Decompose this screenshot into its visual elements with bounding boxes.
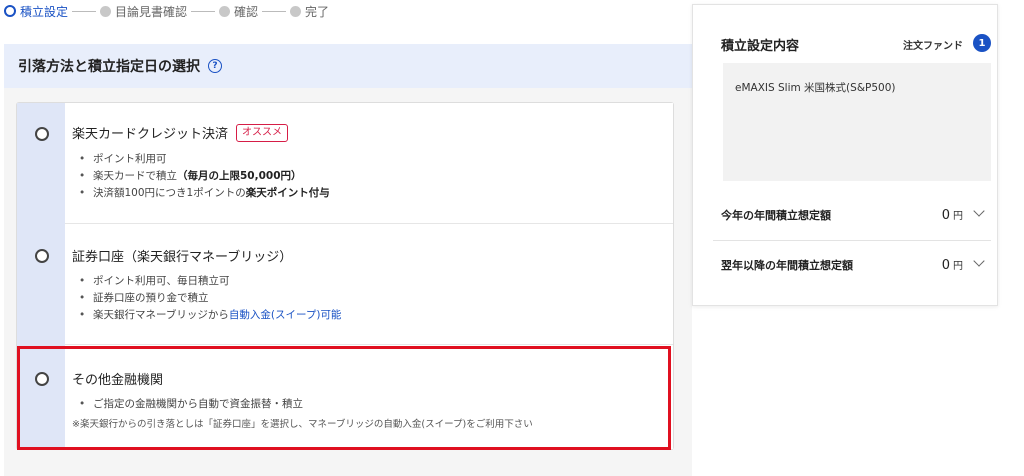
sweep-link[interactable]: 自動入金(スイープ)可能 (229, 309, 342, 321)
fund-count-badge: 1 (973, 34, 991, 52)
step-active-icon (4, 5, 16, 17)
this-year-value: 0円 (941, 208, 963, 223)
step-4: 完了 (290, 3, 329, 20)
radio-other-bank[interactable] (35, 372, 49, 386)
chevron-down-icon[interactable] (973, 255, 985, 267)
fund-label: 注文ファンド (903, 41, 963, 52)
chevron-down-icon[interactable] (973, 205, 985, 217)
radio-securities-account[interactable] (35, 249, 49, 263)
question-circle-icon[interactable]: ? (208, 59, 222, 73)
option-title-text: その他金融機関 (72, 373, 164, 388)
option-note: ※楽天銀行からの引き落としは「証券口座」を選択し、マネーブリッジの自動入金(スイ… (72, 419, 533, 430)
fund-box: eMAXIS Slim 米国株式(S&P500) (723, 63, 991, 181)
option-title: その他金融機関 (72, 369, 163, 388)
step-1: 積立設定 (4, 3, 68, 20)
payment-options-list: 楽天カードクレジット決済 オススメ ポイント利用可 楽天カードで積立（毎月の上限… (16, 102, 674, 450)
step-2: 目論見書確認 (100, 3, 187, 20)
option-title: 楽天カードクレジット決済 オススメ (72, 123, 289, 142)
section-title: 引落方法と積立指定日の選択 (18, 59, 200, 75)
list-item: 決済額100円につき1ポイントの楽天ポイント付与 (79, 185, 330, 202)
list-item: 楽天カードで積立（毎月の上限50,000円） (79, 168, 330, 185)
option-radio-area[interactable] (17, 103, 65, 224)
this-year-amount-row[interactable]: 今年の年間積立想定額 0円 (721, 205, 991, 225)
step-3: 確認 (219, 3, 258, 20)
step-label: 積立設定 (20, 4, 69, 19)
step-connector (191, 10, 216, 12)
option-securities-account[interactable]: 証券口座（楽天銀行マネーブリッジ） ポイント利用可、毎日積立可 証券口座の預り金… (17, 224, 673, 345)
payment-method-panel: 引落方法と積立指定日の選択 ? 楽天カードクレジット決済 オススメ ポイント利用… (4, 44, 692, 476)
option-title: 証券口座（楽天銀行マネーブリッジ） (72, 246, 292, 265)
next-years-label: 翌年以降の年間積立想定額 (721, 259, 853, 272)
option-bullets: ポイント利用可 楽天カードで積立（毎月の上限50,000円） 決済額100円につ… (79, 151, 330, 202)
next-years-amount-row[interactable]: 翌年以降の年間積立想定額 0円 (721, 255, 991, 275)
radio-credit-card[interactable] (35, 127, 49, 141)
step-inactive-icon (290, 5, 302, 17)
step-inactive-icon (219, 5, 231, 17)
option-radio-area[interactable] (17, 224, 65, 345)
recommended-badge: オススメ (236, 123, 289, 142)
fund-name: eMAXIS Slim 米国株式(S&P500) (735, 82, 896, 94)
list-item: 楽天銀行マネーブリッジから自動入金(スイープ)可能 (79, 307, 341, 324)
option-bullets: ポイント利用可、毎日積立可 証券口座の預り金で積立 楽天銀行マネーブリッジから自… (79, 273, 341, 324)
step-connector (72, 10, 97, 12)
option-radio-area[interactable] (17, 345, 65, 449)
option-credit-card[interactable]: 楽天カードクレジット決済 オススメ ポイント利用可 楽天カードで積立（毎月の上限… (17, 103, 673, 224)
summary-card: 積立設定内容 注文ファンド 1 eMAXIS Slim 米国株式(S&P500)… (692, 4, 998, 306)
progress-stepper: 積立設定 目論見書確認 確認 完了 (4, 2, 329, 20)
list-item: ポイント利用可、毎日積立可 (79, 273, 341, 290)
list-item: ご指定の金融機関から自動で資金振替・積立 (79, 396, 303, 413)
section-header: 引落方法と積立指定日の選択 ? (4, 44, 692, 88)
option-bullets: ご指定の金融機関から自動で資金振替・積立 (79, 396, 303, 413)
step-label: 目論見書確認 (115, 4, 188, 19)
option-title-text: 証券口座（楽天銀行マネーブリッジ） (72, 250, 293, 265)
option-other-bank[interactable]: その他金融機関 ご指定の金融機関から自動で資金振替・積立 ※楽天銀行からの引き落… (17, 345, 673, 449)
option-title-text: 楽天カードクレジット決済 (72, 127, 229, 142)
summary-title: 積立設定内容 (721, 39, 800, 54)
step-label: 完了 (305, 4, 330, 19)
divider (713, 240, 991, 241)
step-label: 確認 (234, 4, 259, 19)
list-item: ポイント利用可 (79, 151, 330, 168)
list-item: 証券口座の預り金で積立 (79, 290, 341, 307)
this-year-label: 今年の年間積立想定額 (721, 209, 831, 222)
step-inactive-icon (100, 5, 112, 17)
next-years-value: 0円 (941, 258, 963, 273)
step-connector (262, 10, 287, 12)
